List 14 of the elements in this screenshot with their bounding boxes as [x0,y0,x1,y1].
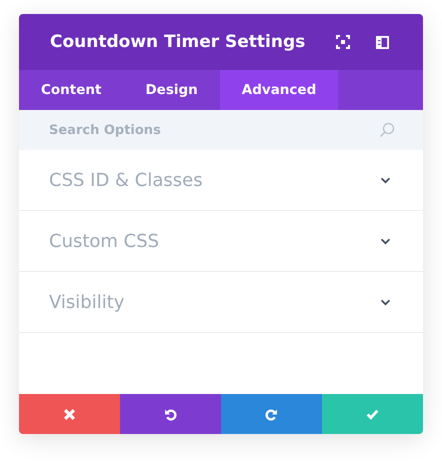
search-field[interactable]: Search Options [19,110,423,150]
undo-icon [164,408,177,420]
chevron-icon[interactable] [380,298,391,306]
checkmark-icon [366,408,379,420]
tab[interactable]: Content [19,70,124,110]
redo-icon [265,408,278,420]
sidebar-layout-icon[interactable] [376,36,389,48]
tab[interactable]: Advanced [220,70,338,110]
fullscreen-icon[interactable] [336,35,350,49]
chevron-icon[interactable] [380,176,391,184]
window-title: Countdown Timer Settings [50,32,306,52]
close-icon [63,408,76,420]
chevron-icon[interactable] [380,238,391,244]
tab[interactable]: Design [123,70,220,110]
